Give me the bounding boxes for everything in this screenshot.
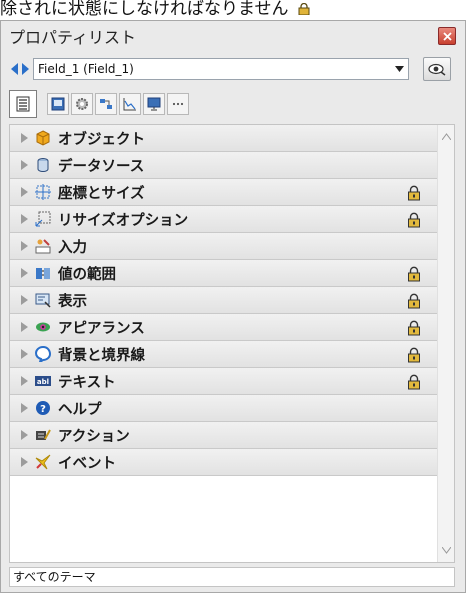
theme-tabs: [9, 87, 455, 121]
theme-row-resize[interactable]: リサイズオプション: [10, 206, 437, 233]
theme-row-text[interactable]: abl テキスト: [10, 368, 437, 395]
chart-icon: [123, 98, 136, 111]
appearance-icon: [35, 319, 51, 335]
object-select-value: Field_1 (Field_1): [38, 62, 134, 76]
status-text: すべてのテーマ: [13, 570, 96, 584]
tab-chart[interactable]: [119, 93, 141, 115]
theme-row-label: アクション: [58, 428, 130, 445]
event-icon: [35, 454, 51, 470]
theme-row-label: ヘルプ: [58, 401, 102, 418]
lock-icon: [408, 374, 420, 390]
more-icon: [172, 102, 184, 106]
theme-row-database[interactable]: データソース: [10, 152, 437, 179]
expand-arrow-icon[interactable]: [21, 295, 28, 305]
theme-row-appearance[interactable]: アピアランス: [10, 314, 437, 341]
expand-arrow-icon[interactable]: [21, 322, 28, 332]
lock-icon: [408, 266, 420, 282]
theme-rows: オブジェクト データソース 座標とサイズリサイズオプション 入力値の範囲表示アピアラン…: [10, 125, 437, 476]
expand-arrow-icon[interactable]: [21, 160, 28, 170]
lock-icon: [408, 320, 420, 336]
theme-row-label: テキスト: [58, 374, 116, 391]
expand-arrow-icon[interactable]: [21, 403, 28, 413]
tab-more[interactable]: [167, 93, 189, 115]
theme-row-display[interactable]: 表示: [10, 287, 437, 314]
top-instruction-text: 除されに状態にしなければなりません: [0, 0, 467, 22]
theme-row-label: 背景と境界線: [58, 347, 145, 364]
theme-row-label: イベント: [58, 455, 116, 472]
property-list-panel: プロパティリスト Field_1 (Field_1) オブジェクト データソース…: [0, 20, 466, 593]
chevron-down-icon: [390, 66, 408, 72]
theme-row-input[interactable]: 入力: [10, 233, 437, 260]
expand-arrow-icon[interactable]: [21, 376, 28, 386]
input-icon: [35, 238, 51, 254]
theme-row-event[interactable]: イベント: [10, 449, 437, 476]
object-selector-row: Field_1 (Field_1): [9, 56, 455, 82]
scroll-up-icon[interactable]: [442, 133, 451, 140]
coordinates-icon: [35, 184, 51, 200]
expand-arrow-icon[interactable]: [21, 457, 28, 467]
expand-arrow-icon[interactable]: [21, 349, 28, 359]
database-icon: [35, 157, 51, 173]
panel-titlebar: プロパティリスト: [1, 21, 465, 51]
vertical-scrollbar[interactable]: [437, 125, 454, 562]
property-theme-list: オブジェクト データソース 座標とサイズリサイズオプション 入力値の範囲表示アピアラン…: [9, 124, 455, 563]
tab-form[interactable]: [47, 93, 69, 115]
expand-arrow-icon[interactable]: [21, 187, 28, 197]
action-icon: [35, 427, 51, 443]
tab-monitor[interactable]: [143, 93, 165, 115]
tab-list[interactable]: [9, 90, 37, 118]
tab-settings[interactable]: [71, 93, 93, 115]
close-icon: [442, 31, 452, 41]
lock-icon: [408, 185, 420, 201]
theme-row-label: リサイズオプション: [58, 212, 189, 229]
close-button[interactable]: [438, 27, 456, 45]
expand-arrow-icon[interactable]: [21, 241, 28, 251]
range-icon: [35, 265, 51, 281]
form-icon: [51, 97, 65, 111]
display-icon: [35, 292, 51, 308]
status-bar: すべてのテーマ: [9, 567, 455, 587]
prev-next-arrows[interactable]: [9, 58, 31, 80]
expand-arrow-icon[interactable]: [21, 268, 28, 278]
resize-icon: [35, 211, 51, 227]
theme-row-label: オブジェクト: [58, 131, 145, 148]
list-icon: [16, 96, 30, 112]
top-instruction-label: 除されに状態にしなければなりません: [0, 0, 289, 19]
tab-objects[interactable]: [95, 93, 117, 115]
theme-row-help[interactable]: ? ヘルプ: [10, 395, 437, 422]
svg-text:abl: abl: [37, 378, 49, 386]
theme-row-background-border[interactable]: 背景と境界線: [10, 341, 437, 368]
lock-icon: [408, 347, 420, 363]
text-icon: abl: [35, 373, 51, 389]
expand-arrow-icon[interactable]: [21, 430, 28, 440]
theme-row-label: データソース: [58, 158, 145, 175]
help-icon: ?: [35, 400, 51, 416]
theme-row-coordinates[interactable]: 座標とサイズ: [10, 179, 437, 206]
theme-row-cube[interactable]: オブジェクト: [10, 125, 437, 152]
theme-row-label: 座標とサイズ: [58, 185, 145, 202]
theme-row-label: 表示: [58, 293, 87, 310]
left-right-arrows-icon: [11, 63, 29, 75]
preview-button[interactable]: [423, 57, 451, 81]
expand-arrow-icon[interactable]: [21, 133, 28, 143]
gear-icon: [76, 98, 88, 110]
lock-icon: [298, 3, 310, 15]
expand-arrow-icon[interactable]: [21, 214, 28, 224]
panel-title: プロパティリスト: [9, 28, 137, 47]
theme-row-action[interactable]: アクション: [10, 422, 437, 449]
lock-icon: [408, 212, 420, 228]
theme-row-label: 入力: [58, 239, 87, 256]
objects-icon: [100, 99, 112, 109]
theme-row-label: 値の範囲: [58, 266, 116, 283]
eye-icon: [428, 63, 446, 76]
theme-row-label: アピアランス: [58, 320, 145, 337]
object-select[interactable]: Field_1 (Field_1): [33, 58, 409, 80]
svg-text:?: ?: [40, 404, 46, 415]
lock-icon: [408, 293, 420, 309]
theme-row-range[interactable]: 値の範囲: [10, 260, 437, 287]
background-border-icon: [35, 346, 51, 362]
scroll-down-icon[interactable]: [442, 547, 451, 554]
cube-icon: [35, 130, 51, 146]
monitor-icon: [147, 97, 161, 111]
